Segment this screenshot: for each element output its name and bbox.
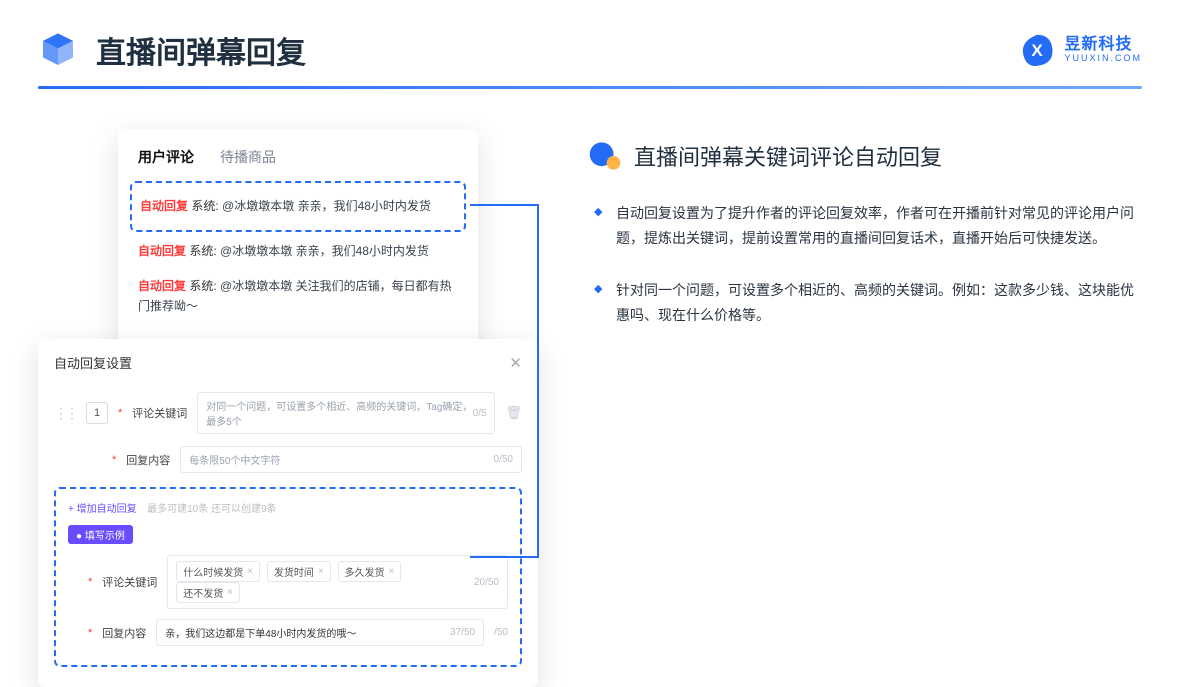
comment-row: 自动回复 系统: @冰墩墩本墩 关注我们的店铺，每日都有热门推荐呦～ <box>138 269 458 323</box>
ex-keyword-input[interactable]: 什么时候发货× 发货时间× 多久发货× 还不发货× 20/50 <box>167 555 508 609</box>
chip-remove-icon[interactable]: × <box>389 566 395 577</box>
row-number-badge: 1 <box>86 402 108 424</box>
chip-remove-icon[interactable]: × <box>318 566 324 577</box>
section-heading: 直播间弹幕关键词评论自动回复 <box>588 139 1142 173</box>
cube-icon <box>38 30 78 70</box>
header-left: 直播间弹幕回复 <box>38 28 306 72</box>
bullet-item: 自动回复设置为了提升作者的评论回复效率，作者可在开播前针对常见的评论用户问题，提… <box>616 201 1142 250</box>
keyword-counter: 0/5 <box>473 408 487 419</box>
comment-text: @冰墩墩本墩 亲亲，我们48小时内发货 <box>220 244 429 258</box>
ex-reply-label: 回复内容 <box>102 625 146 641</box>
form-row-keyword: ⋮⋮ 1 * 评论关键词 对同一个问题，可设置多个相近、高频的关键词，Tag确定… <box>54 386 522 440</box>
bullet-item: 针对同一个问题，可设置多个相近的、高频的关键词。例如：这款多少钱、这块能优惠吗、… <box>616 278 1142 327</box>
system-label: 系统: <box>189 279 216 293</box>
add-hint-text: 最多可建10条 还可以创建9条 <box>147 504 276 515</box>
chip-remove-icon[interactable]: × <box>227 587 233 598</box>
page-title: 直播间弹幕回复 <box>96 28 306 72</box>
required-dot: * <box>112 454 116 466</box>
required-dot: * <box>88 627 92 639</box>
svg-text:X: X <box>1032 41 1044 60</box>
reply-counter: 0/50 <box>494 454 513 465</box>
reply-input[interactable]: 每条限50个中文字符 0/50 <box>180 446 522 473</box>
keyword-input[interactable]: 对同一个问题，可设置多个相近、高频的关键词，Tag确定，最多5个 0/5 <box>197 392 495 434</box>
example-badge: ● 填写示例 <box>68 525 133 544</box>
ex-reply-value: 亲，我们这边都是下单48小时内发货的哦～ <box>165 625 356 640</box>
auto-reply-tag: 自动回复 <box>140 199 188 213</box>
comment-row: 自动回复 系统: @冰墩墩本墩 亲亲，我们48小时内发货 <box>138 234 458 269</box>
ex-keyword-label: 评论关键词 <box>102 574 157 590</box>
delete-icon[interactable]: 🗑 <box>505 405 522 421</box>
example-block: + 增加自动回复 最多可建10条 还可以创建9条 ● 填写示例 * 评论关键词 … <box>54 487 522 667</box>
tail-counter: /50 <box>494 627 508 638</box>
system-label: 系统: <box>189 244 216 258</box>
bullet-list: 自动回复设置为了提升作者的评论回复效率，作者可在开播前针对常见的评论用户问题，提… <box>588 201 1142 327</box>
tabs: 用户评论 待播商品 <box>138 147 458 167</box>
example-keyword-row: * 评论关键词 什么时候发货× 发货时间× 多久发货× 还不发货× 20/50 <box>68 550 508 614</box>
auto-reply-tag: 自动回复 <box>138 279 186 293</box>
close-icon[interactable]: ✕ <box>509 354 522 372</box>
keyword-chip[interactable]: 什么时候发货× <box>176 561 260 582</box>
keyword-placeholder: 对同一个问题，可设置多个相近、高频的关键词，Tag确定，最多5个 <box>206 398 472 428</box>
settings-title: 自动回复设置 <box>54 353 132 372</box>
ex-reply-input[interactable]: 亲，我们这边都是下单48小时内发货的哦～ 37/50 <box>156 619 484 646</box>
reply-placeholder: 每条限50个中文字符 <box>189 452 280 467</box>
required-dot: * <box>88 576 92 588</box>
reply-label: 回复内容 <box>126 452 170 468</box>
keyword-label: 评论关键词 <box>132 405 187 421</box>
explanation-panel: 直播间弹幕关键词评论自动回复 自动回复设置为了提升作者的评论回复效率，作者可在开… <box>588 129 1142 599</box>
example-reply-row: * 回复内容 亲，我们这边都是下单48小时内发货的哦～ 37/50 /50 <box>68 614 508 651</box>
drag-handle-icon[interactable]: ⋮⋮ <box>54 405 76 422</box>
auto-reply-tag: 自动回复 <box>138 244 186 258</box>
comment-text: @冰墩墩本墩 亲亲，我们48小时内发货 <box>222 199 431 213</box>
section-title: 直播间弹幕关键词评论自动回复 <box>634 140 942 172</box>
settings-header: 自动回复设置 ✕ <box>54 353 522 372</box>
highlighted-comment-row: 自动回复 系统: @冰墩墩本墩 亲亲，我们48小时内发货 <box>130 181 466 232</box>
comment-text: @冰墩墩本墩 关注我们的店铺，每日都有热门推荐呦～ <box>138 279 452 312</box>
add-autoreply-link[interactable]: + 增加自动回复 <box>68 504 137 515</box>
chip-remove-icon[interactable]: × <box>247 566 253 577</box>
keyword-chip[interactable]: 还不发货× <box>176 582 240 603</box>
keyword-chip[interactable]: 发货时间× <box>267 561 331 582</box>
ex-reply-counter: 37/50 <box>450 627 475 638</box>
screenshot-collage: 用户评论 待播商品 自动回复 系统: @冰墩墩本墩 亲亲，我们48小时内发货 自… <box>38 129 548 599</box>
tab-user-comments[interactable]: 用户评论 <box>138 147 194 167</box>
brand-name-en: YUUXIN.COM <box>1064 54 1142 64</box>
header: 直播间弹幕回复 X 昱新科技 YUUXIN.COM <box>0 0 1180 72</box>
system-label: 系统: <box>191 199 218 213</box>
keyword-chip[interactable]: 多久发货× <box>338 561 402 582</box>
brand-logo-icon: X <box>1020 33 1054 67</box>
tab-pending-goods[interactable]: 待播商品 <box>220 147 276 167</box>
chat-bubble-icon <box>588 139 622 173</box>
settings-card: 自动回复设置 ✕ ⋮⋮ 1 * 评论关键词 对同一个问题，可设置多个相近、高频的… <box>38 339 538 687</box>
ex-keyword-counter: 20/50 <box>474 577 499 588</box>
brand-block: X 昱新科技 YUUXIN.COM <box>1020 33 1142 67</box>
comment-row: 自动回复 系统: @冰墩墩本墩 亲亲，我们48小时内发货 <box>140 189 456 224</box>
brand-name-cn: 昱新科技 <box>1064 36 1142 54</box>
required-dot: * <box>118 407 122 419</box>
form-row-reply: * 回复内容 每条限50个中文字符 0/50 <box>54 440 522 479</box>
